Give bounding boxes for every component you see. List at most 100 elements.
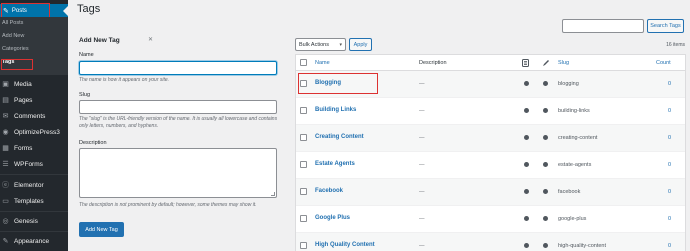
tag-slug: facebook — [558, 189, 581, 195]
tag-description-textarea[interactable] — [79, 148, 277, 198]
tag-count-link[interactable]: 0 — [668, 108, 671, 114]
apply-button[interactable]: Apply — [349, 38, 372, 51]
tag-description: — — [419, 162, 425, 168]
tag-description: — — [419, 243, 425, 249]
menu-genesis[interactable]: ◎ Genesis — [0, 214, 68, 228]
menu-comments[interactable]: ✉ Comments — [0, 109, 68, 123]
row-checkbox[interactable] — [300, 161, 307, 168]
tag-name-link[interactable]: Estate Agents — [315, 161, 355, 167]
tag-slug: building-links — [558, 108, 590, 114]
tag-count-link[interactable]: 0 — [668, 81, 671, 87]
menu-genesis-label: Genesis — [14, 217, 38, 225]
menu-templates-label: Templates — [14, 197, 44, 205]
tag-name-input[interactable] — [79, 61, 277, 75]
menu-pages-label: Pages — [14, 96, 33, 104]
menu-templates[interactable]: ▭ Templates — [0, 194, 68, 208]
table-row: Facebook — facebook 0 — [296, 179, 685, 206]
bulk-actions-select[interactable]: Bulk Actions ▾ — [295, 38, 346, 51]
column-slug[interactable]: Slug — [558, 60, 569, 66]
resize-handle-icon[interactable] — [271, 192, 275, 196]
chevron-down-icon: ▾ — [339, 42, 342, 48]
tag-name-link[interactable]: Creating Content — [315, 134, 364, 140]
row-checkbox[interactable] — [300, 134, 307, 141]
table-row: Creating Content — creating-content 0 — [296, 125, 685, 152]
menu-media[interactable]: ▣ Media — [0, 77, 68, 91]
submenu-categories[interactable]: Categories — [2, 46, 29, 52]
table-header: Name Description Slug Count — [296, 55, 685, 71]
menu-optimizepress[interactable]: ◉ OptimizePress3 — [0, 125, 68, 139]
genesis-icon: ◎ — [2, 218, 9, 225]
cursor-marker: ✕ — [148, 37, 154, 43]
highlight-box-blogging — [298, 73, 378, 94]
tag-slug-input[interactable] — [79, 100, 277, 114]
tag-count-link[interactable]: 0 — [668, 189, 671, 195]
readability-score-dot-icon — [543, 243, 548, 248]
tag-name-link[interactable]: Google Plus — [315, 215, 350, 221]
search-tags-button[interactable]: Search Tags — [647, 19, 684, 33]
menu-elementor[interactable]: ⓔ Elementor — [0, 178, 68, 192]
comments-icon: ✉ — [2, 113, 9, 120]
readability-score-dot-icon — [543, 135, 548, 140]
readability-pen-icon[interactable] — [542, 59, 550, 67]
readability-score-dot-icon — [543, 216, 548, 221]
tag-slug: estate-agents — [558, 162, 592, 168]
column-description: Description — [419, 60, 447, 66]
row-checkbox[interactable] — [300, 107, 307, 114]
row-checkbox[interactable] — [300, 215, 307, 222]
readability-score-dot-icon — [543, 189, 548, 194]
description-help-text: The description is not prominent by defa… — [79, 202, 257, 208]
submenu-add-new[interactable]: Add New — [2, 33, 24, 39]
yoast-seo-icon[interactable] — [522, 59, 529, 67]
tag-count-link[interactable]: 0 — [668, 216, 671, 222]
menu-forms-label: Forms — [14, 144, 33, 152]
menu-comments-label: Comments — [14, 112, 46, 120]
tag-name-link[interactable]: Building Links — [315, 107, 356, 113]
row-checkbox[interactable] — [300, 188, 307, 195]
add-new-tag-heading: Add New Tag — [79, 37, 120, 44]
menu-forms[interactable]: ▦ Forms — [0, 141, 68, 155]
menu-wpforms[interactable]: ☰ WPForms — [0, 157, 68, 171]
slug-label: Slug — [79, 92, 91, 98]
add-new-tag-button[interactable]: Add New Tag — [79, 222, 124, 237]
appearance-icon: ✎ — [2, 238, 9, 245]
menu-separator — [0, 174, 68, 175]
tag-name-link[interactable]: High Quality Content — [315, 242, 375, 248]
templates-icon: ▭ — [2, 198, 9, 205]
tag-count-link[interactable]: 0 — [668, 162, 671, 168]
select-all-checkbox[interactable] — [300, 59, 307, 66]
admin-sidebar: ✎ Posts All Posts Add New Categories Tag… — [0, 0, 68, 251]
seo-score-dot-icon — [524, 189, 529, 194]
elementor-icon: ⓔ — [2, 182, 9, 189]
tag-count-link[interactable]: 0 — [668, 243, 671, 249]
tag-description: — — [419, 108, 425, 114]
column-name[interactable]: Name — [315, 60, 330, 66]
seo-score-dot-icon — [524, 216, 529, 221]
pages-icon: ▤ — [2, 97, 9, 104]
tag-name-link[interactable]: Facebook — [315, 188, 343, 194]
menu-separator — [0, 231, 68, 232]
name-help-text: The name is how it appears on your site. — [79, 77, 170, 83]
submenu-all-posts[interactable]: All Posts — [2, 20, 23, 26]
media-icon: ▣ — [2, 81, 9, 88]
name-label: Name — [79, 52, 94, 58]
menu-pages[interactable]: ▤ Pages — [0, 93, 68, 107]
seo-score-dot-icon — [524, 135, 529, 140]
menu-wpforms-label: WPForms — [14, 160, 43, 168]
tag-count-link[interactable]: 0 — [668, 135, 671, 141]
wpforms-icon: ☰ — [2, 161, 9, 168]
menu-appearance[interactable]: ✎ Appearance — [0, 234, 68, 248]
seo-score-dot-icon — [524, 108, 529, 113]
table-row: Estate Agents — estate-agents 0 — [296, 152, 685, 179]
seo-score-dot-icon — [524, 243, 529, 248]
tags-table: Name Description Slug Count Blogging — b… — [295, 54, 686, 251]
items-count: 16 items — [666, 42, 685, 48]
highlight-box-posts — [1, 3, 50, 18]
column-count[interactable]: Count — [656, 60, 671, 66]
row-checkbox[interactable] — [300, 242, 307, 249]
table-row: High Quality Content — high-quality-cont… — [296, 233, 685, 251]
menu-separator — [0, 211, 68, 212]
current-menu-arrow — [63, 6, 68, 16]
slug-help-text: The "slug" is the URL-friendly version o… — [79, 116, 278, 129]
search-tags-input[interactable] — [562, 19, 644, 33]
tag-description: — — [419, 189, 425, 195]
